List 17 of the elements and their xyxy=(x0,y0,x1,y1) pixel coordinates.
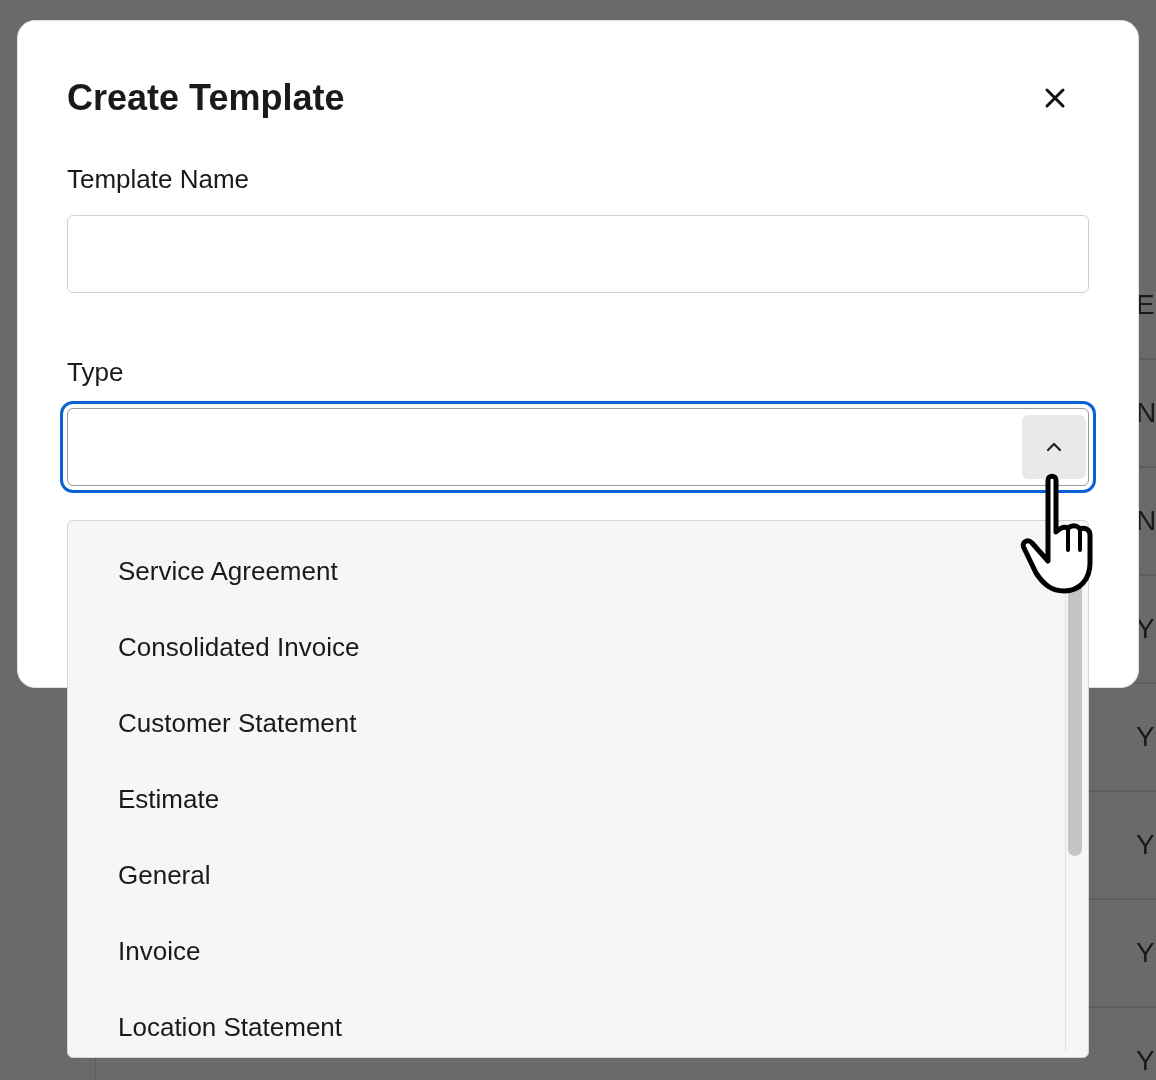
table-cell: Y xyxy=(1136,721,1156,753)
field-label: Type xyxy=(67,357,125,388)
chevron-button[interactable] xyxy=(1022,415,1086,479)
table-cell: Y xyxy=(1136,937,1156,969)
dialog-title: Create Template xyxy=(67,77,345,119)
table-cell: Y xyxy=(1136,613,1156,645)
dropdown-option[interactable]: Customer Statement xyxy=(68,685,1058,761)
input-field[interactable] xyxy=(67,215,1089,293)
table-cell: Y xyxy=(1136,1045,1156,1077)
field-label: Template Name xyxy=(67,164,251,195)
dropdown-option[interactable]: Consolidated Invoice xyxy=(68,609,1058,685)
dropdown-option[interactable]: Location Statement xyxy=(68,989,1058,1057)
dropdown-option[interactable]: Invoice xyxy=(68,913,1058,989)
dropdown-option[interactable]: Estimate xyxy=(68,761,1058,837)
dropdown-option[interactable]: General xyxy=(68,837,1058,913)
caret-up-icon xyxy=(1046,442,1062,452)
table-cell: Y xyxy=(1136,829,1156,861)
